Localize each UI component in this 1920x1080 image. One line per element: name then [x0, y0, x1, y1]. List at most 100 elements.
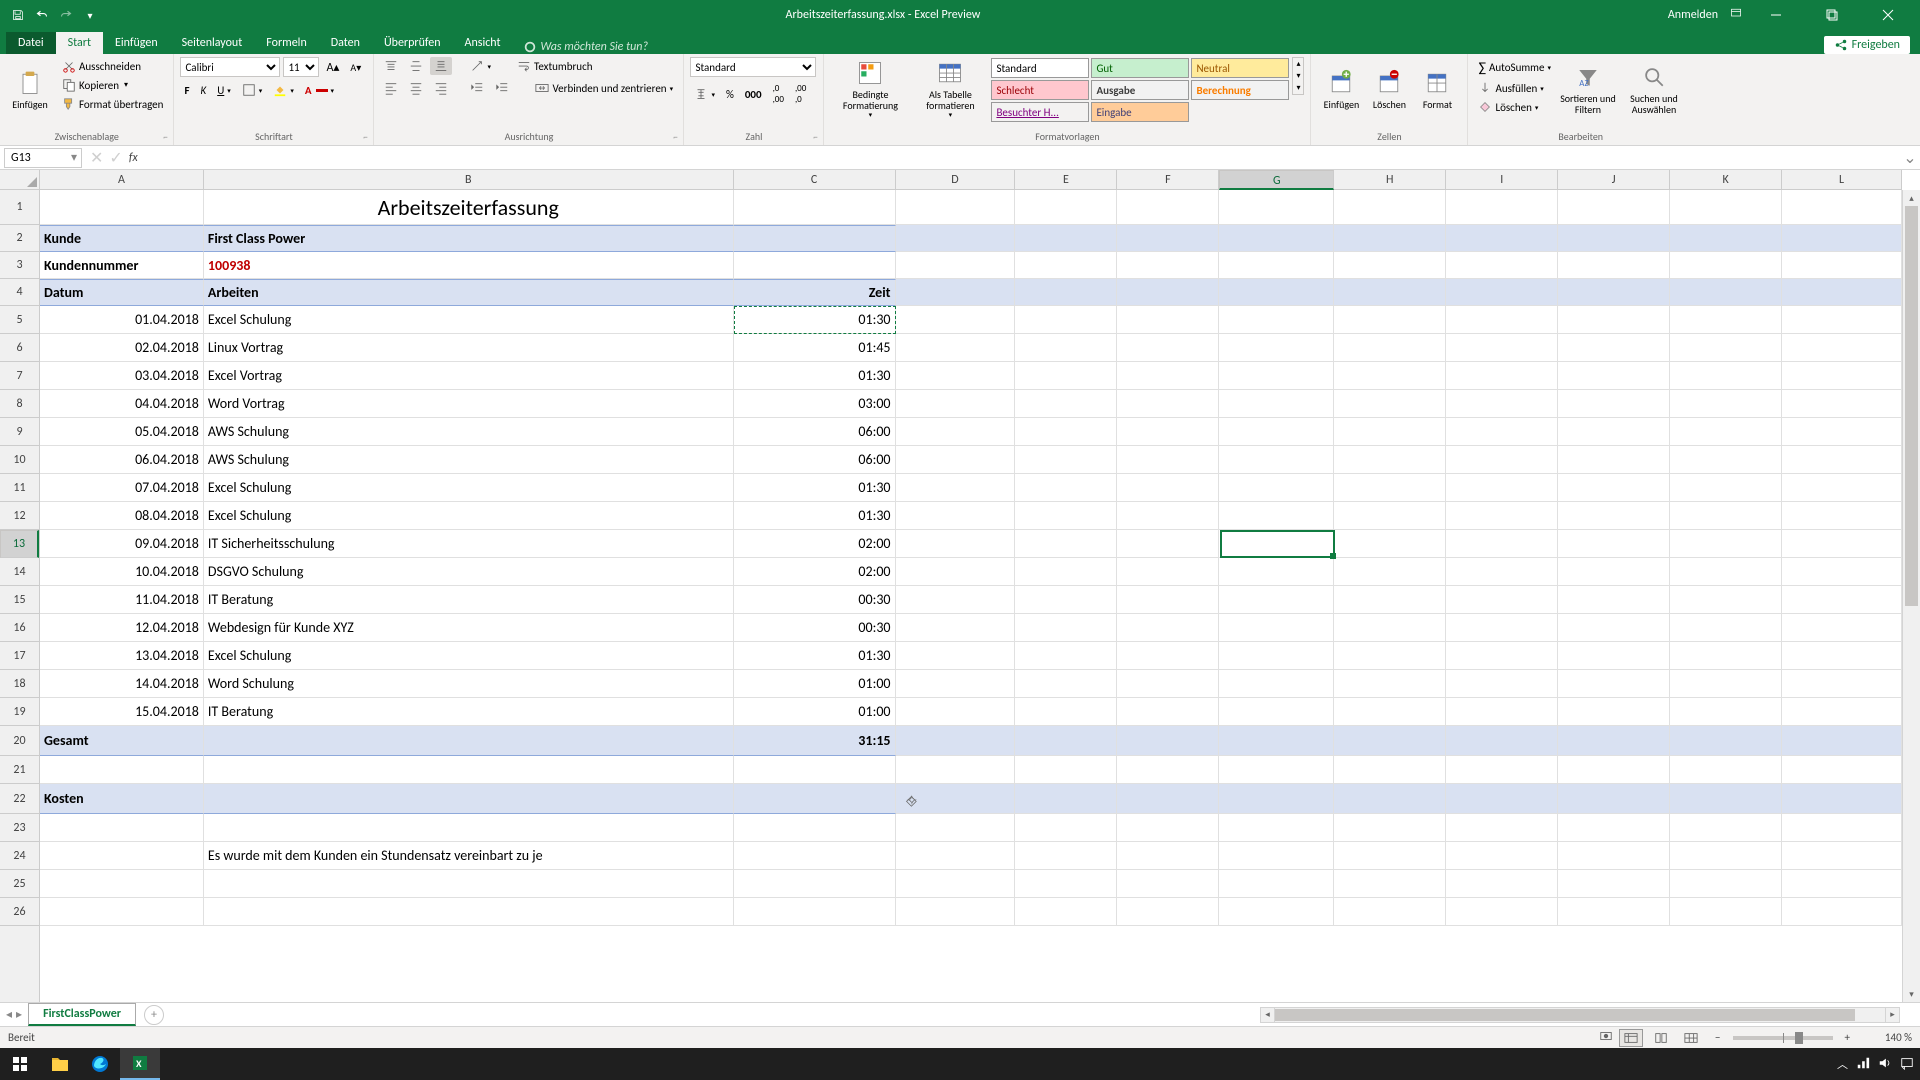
decrease-font-icon[interactable]: A▾: [346, 59, 365, 76]
sheet-nav-last-icon[interactable]: ▸: [16, 1007, 22, 1022]
cell[interactable]: [1334, 446, 1446, 474]
cell[interactable]: Webdesign für Kunde XYZ: [204, 614, 734, 642]
font-color-button[interactable]: A▾: [301, 82, 338, 99]
cell[interactable]: [1015, 870, 1117, 898]
minimize-button[interactable]: [1754, 0, 1798, 30]
cell[interactable]: [1334, 898, 1446, 926]
bold-button[interactable]: F: [180, 82, 193, 99]
cell[interactable]: Kosten: [40, 784, 204, 814]
autosum-button[interactable]: ∑AutoSumme▾: [1474, 57, 1555, 78]
cell[interactable]: [1670, 362, 1782, 390]
cell[interactable]: [1015, 446, 1117, 474]
cell[interactable]: [1117, 252, 1219, 279]
fill-color-button[interactable]: ▾: [269, 81, 298, 99]
cell[interactable]: [1782, 279, 1902, 306]
cell[interactable]: [1782, 614, 1902, 642]
horizontal-scrollbar[interactable]: ◂▸: [1260, 1007, 1900, 1023]
cell[interactable]: [1219, 558, 1334, 586]
format-cells-button[interactable]: Format: [1413, 57, 1461, 121]
cell[interactable]: [1670, 474, 1782, 502]
column-header[interactable]: B: [204, 170, 734, 190]
cell[interactable]: [1782, 474, 1902, 502]
cell[interactable]: Excel Schulung: [204, 306, 734, 334]
cell[interactable]: [1334, 225, 1446, 252]
tab-formulas[interactable]: Formeln: [254, 32, 318, 54]
cell[interactable]: [1446, 586, 1558, 614]
merge-center-button[interactable]: Verbinden und zentrieren▾: [531, 79, 677, 97]
cell[interactable]: [1015, 502, 1117, 530]
row-header[interactable]: 19: [0, 698, 39, 726]
cell[interactable]: [734, 814, 896, 842]
cell[interactable]: Excel Schulung: [204, 642, 734, 670]
cell[interactable]: Excel Schulung: [204, 474, 734, 502]
column-header[interactable]: J: [1558, 170, 1670, 190]
format-painter-button[interactable]: Format übertragen: [58, 95, 167, 113]
name-box[interactable]: G13▾: [4, 148, 82, 168]
row-header[interactable]: 4: [0, 279, 39, 306]
cell[interactable]: [1219, 698, 1334, 726]
cell[interactable]: [1782, 418, 1902, 446]
cell[interactable]: [1446, 418, 1558, 446]
zoom-slider[interactable]: [1733, 1036, 1833, 1040]
cell[interactable]: [1558, 418, 1670, 446]
cell[interactable]: [896, 530, 1016, 558]
cell[interactable]: [1219, 334, 1334, 362]
styles-more-icon[interactable]: ▾: [1293, 82, 1303, 94]
cell[interactable]: 02.04.2018: [40, 334, 204, 362]
cell[interactable]: [1117, 756, 1219, 784]
column-header[interactable]: F: [1117, 170, 1219, 190]
cell[interactable]: [1334, 418, 1446, 446]
cell[interactable]: [1334, 726, 1446, 756]
cell[interactable]: [1117, 225, 1219, 252]
undo-icon[interactable]: [34, 7, 50, 23]
cell[interactable]: [1558, 306, 1670, 334]
cell[interactable]: Arbeitszeiterfassung: [204, 190, 734, 225]
align-top-icon[interactable]: [380, 57, 402, 75]
column-header[interactable]: K: [1670, 170, 1782, 190]
cell[interactable]: [1334, 279, 1446, 306]
cell[interactable]: [1219, 614, 1334, 642]
cell[interactable]: [734, 784, 896, 814]
align-middle-icon[interactable]: [405, 57, 427, 75]
cell[interactable]: [1446, 558, 1558, 586]
tell-me-search[interactable]: Was möchten Sie tun?: [523, 40, 649, 54]
wrap-text-button[interactable]: Textumbruch: [513, 57, 597, 75]
cell[interactable]: [1670, 530, 1782, 558]
cell[interactable]: [1117, 898, 1219, 926]
cell[interactable]: Word Vortrag: [204, 390, 734, 418]
cell[interactable]: [1334, 870, 1446, 898]
comma-format-icon[interactable]: 000: [741, 86, 766, 103]
cell[interactable]: IT Beratung: [204, 586, 734, 614]
row-header[interactable]: 9: [0, 418, 39, 446]
dialog-launcher-icon[interactable]: ⌐: [159, 131, 171, 143]
cell[interactable]: [896, 306, 1016, 334]
cell[interactable]: [1117, 418, 1219, 446]
cell[interactable]: [896, 252, 1016, 279]
cell[interactable]: [1117, 784, 1219, 814]
cell[interactable]: [1670, 756, 1782, 784]
row-header[interactable]: 20: [0, 726, 39, 756]
cell[interactable]: [40, 842, 204, 870]
column-header[interactable]: I: [1446, 170, 1558, 190]
cell[interactable]: [896, 898, 1016, 926]
cell[interactable]: [40, 190, 204, 225]
cell[interactable]: 03:00: [734, 390, 896, 418]
cell[interactable]: Word Schulung: [204, 670, 734, 698]
find-select-button[interactable]: Suchen und Auswählen: [1621, 57, 1687, 121]
cell[interactable]: [1446, 474, 1558, 502]
page-break-view-icon[interactable]: [1679, 1029, 1703, 1047]
cell[interactable]: [1334, 252, 1446, 279]
cell[interactable]: [1446, 642, 1558, 670]
cell[interactable]: Arbeiten: [204, 279, 734, 306]
row-header[interactable]: 11: [0, 474, 39, 502]
accounting-format-icon[interactable]: ▾: [690, 85, 719, 103]
cell[interactable]: [1670, 225, 1782, 252]
tab-data[interactable]: Daten: [319, 32, 372, 54]
row-header[interactable]: 6: [0, 334, 39, 362]
cell[interactable]: [1219, 362, 1334, 390]
cell[interactable]: [1117, 558, 1219, 586]
cell[interactable]: 00:30: [734, 614, 896, 642]
cell[interactable]: [1670, 558, 1782, 586]
worksheet-grid[interactable]: ABCDEFGHIJKL 123456789101112131415161718…: [0, 170, 1920, 1002]
cell[interactable]: [896, 446, 1016, 474]
